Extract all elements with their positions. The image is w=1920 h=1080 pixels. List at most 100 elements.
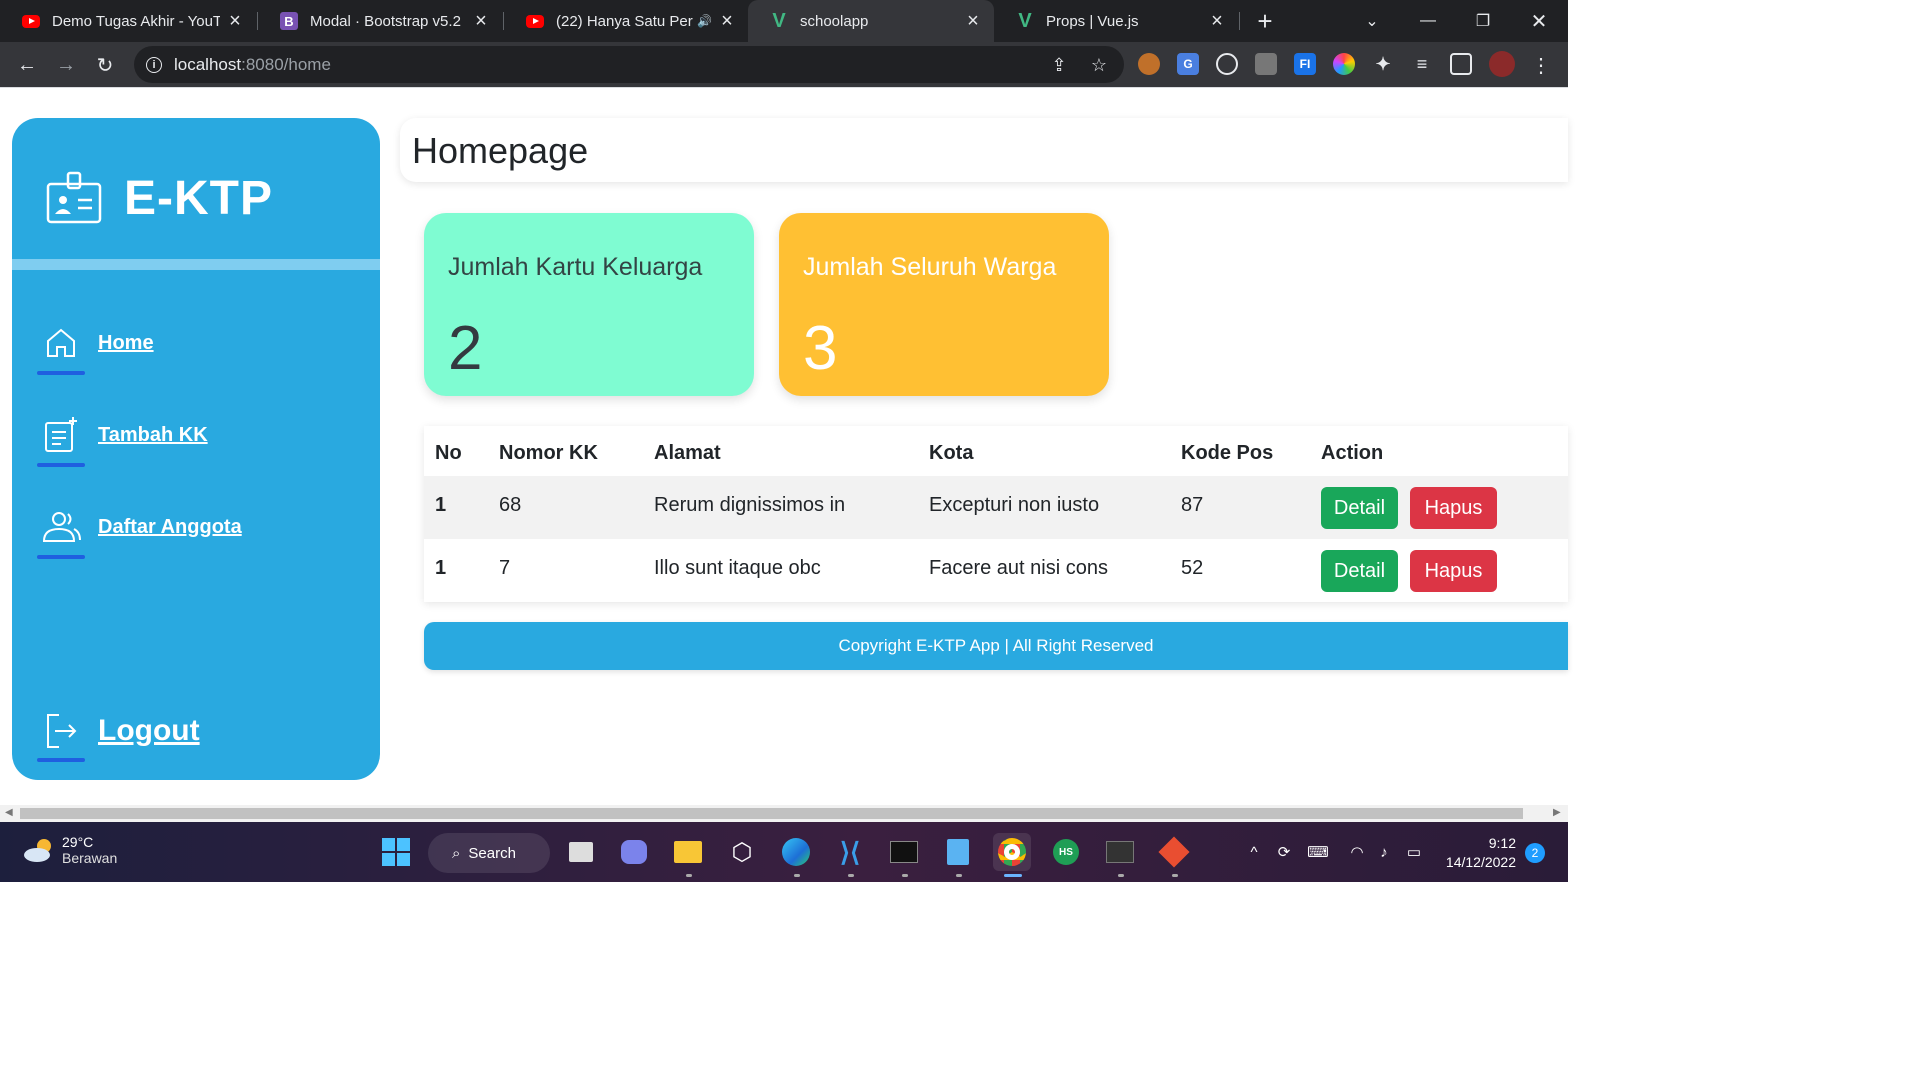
url-path: :8080/home (241, 54, 331, 74)
browser-tab-demo-tugas-akhir[interactable]: Demo Tugas Akhir - YouTube × (0, 0, 256, 42)
hs-app-icon[interactable]: HS (1047, 833, 1085, 871)
cookie-extension-icon[interactable] (1138, 53, 1160, 75)
forward-icon[interactable]: → (51, 50, 81, 80)
task-view-icon[interactable] (562, 833, 600, 871)
brand: E-KTP (46, 170, 273, 226)
close-tab-icon[interactable]: × (226, 10, 244, 33)
site-info-icon[interactable]: i (146, 56, 162, 73)
search-icon: ⌕ (452, 844, 461, 862)
close-tab-icon[interactable]: × (718, 10, 736, 33)
browser-tab-props-vue[interactable]: V Props | Vue.js × (994, 0, 1238, 42)
volume-icon[interactable]: ♪ (1374, 842, 1394, 862)
taskbar: 29°C Berawan ⬡ ⟩⟨ HS (0, 822, 1568, 882)
scroll-left-icon[interactable]: ◀ (5, 807, 13, 818)
table-row: 1 68 Rerum dignissimos in Excepturi non … (424, 476, 1568, 539)
close-window-button[interactable]: ✕ (1519, 0, 1559, 42)
address-bar[interactable]: i localhost:8080/home ⇪ ☆ (134, 46, 1124, 83)
hapus-button[interactable]: Hapus (1410, 487, 1497, 529)
logout-link[interactable]: Logout (40, 710, 200, 752)
browser-tab-bootstrap-modal[interactable]: B Modal · Bootstrap v5.2 × (258, 0, 502, 42)
back-icon[interactable]: ← (12, 50, 42, 80)
stat-value: 3 (803, 314, 838, 383)
sidebar-item-label: Daftar Anggota (98, 515, 242, 538)
taskbar-search[interactable]: ⌕ Search (428, 833, 550, 873)
column-header-alamat: Alamat (654, 442, 721, 464)
browser-tab-hanya-satu[interactable]: (22) Hanya Satu Persinggahan 🔊 × (504, 0, 748, 42)
detail-button[interactable]: Detail (1321, 487, 1398, 529)
scrollbar-thumb[interactable] (20, 808, 1523, 819)
nav-underline (37, 463, 85, 467)
cloud-sun-icon (24, 839, 51, 862)
keyboard-icon[interactable]: ⌨ (1307, 842, 1329, 862)
tray-chevron-icon[interactable]: ^ (1244, 842, 1264, 862)
users-icon (40, 506, 82, 548)
horizontal-scrollbar[interactable]: ◀ ▶ (0, 805, 1568, 822)
close-tab-icon[interactable]: × (1208, 10, 1226, 33)
extensions-puzzle-icon[interactable]: ✦ (1372, 53, 1394, 75)
hapus-button[interactable]: Hapus (1410, 550, 1497, 592)
terminal-icon[interactable] (885, 833, 923, 871)
audio-playing-icon[interactable]: 🔊 (697, 14, 712, 28)
close-tab-icon[interactable]: × (472, 10, 490, 33)
fi-extension-icon[interactable]: FI (1294, 53, 1316, 75)
bookmark-star-icon[interactable]: ☆ (1088, 54, 1110, 76)
sidebar-item-tambah-kk[interactable]: Tambah KK (40, 414, 208, 456)
logout-label: Logout (98, 714, 200, 747)
teams-chat-icon[interactable] (615, 833, 653, 871)
new-tab-button[interactable]: + (1254, 6, 1276, 36)
footer: Copyright E-KTP App | All Right Reserved (424, 622, 1568, 670)
nav-underline (37, 758, 85, 762)
cell-no: 1 (435, 557, 447, 579)
git-bash-icon[interactable] (1101, 833, 1139, 871)
system-clock[interactable]: 9:12 14/12/2022 (1440, 834, 1516, 872)
restore-button[interactable]: ❐ (1463, 0, 1503, 42)
browser-menu-icon[interactable]: ⋮ (1526, 50, 1556, 80)
stat-card-kartu-keluarga: Jumlah Kartu Keluarga 2 (424, 213, 754, 396)
share-icon[interactable]: ⇪ (1048, 54, 1070, 76)
table-row: 1 7 Illo sunt itaque obc Facere aut nisi… (424, 539, 1568, 602)
tab-search-icon[interactable]: ⌄ (1352, 0, 1392, 42)
media-control-icon[interactable]: ≡ (1411, 53, 1433, 75)
youtube-icon (22, 12, 40, 30)
scroll-right-icon[interactable]: ▶ (1553, 807, 1561, 818)
weather-widget[interactable]: 29°C Berawan (22, 834, 117, 866)
start-icon[interactable] (377, 833, 415, 871)
chrome-icon[interactable] (993, 833, 1031, 871)
notepad-icon[interactable] (939, 833, 977, 871)
sidebar-item-daftar-anggota[interactable]: Daftar Anggota (40, 506, 242, 548)
minimize-button[interactable]: — (1408, 0, 1448, 42)
stat-value: 2 (448, 314, 483, 383)
cell-kota: Excepturi non iusto (929, 494, 1100, 516)
side-panel-icon[interactable] (1450, 53, 1472, 75)
reload-icon[interactable]: ↻ (90, 50, 120, 80)
sidebar: E-KTP Home Tambah KK Daftar Anggota Logo… (12, 118, 380, 780)
id-card-icon (46, 171, 102, 224)
translate-extension-icon[interactable]: G (1177, 53, 1199, 75)
git-gui-icon[interactable] (1155, 833, 1193, 871)
vue-icon: V (1018, 10, 1032, 32)
notification-badge[interactable]: 2 (1525, 843, 1545, 863)
profile-avatar[interactable] (1489, 51, 1515, 77)
cell-no: 1 (435, 494, 447, 516)
browser-tab-schoolapp[interactable]: V schoolapp × (748, 0, 994, 42)
close-tab-icon[interactable]: × (964, 10, 982, 33)
sidebar-divider (12, 259, 380, 270)
vscode-icon[interactable]: ⟩⟨ (831, 833, 869, 871)
color-picker-extension-icon[interactable] (1333, 53, 1355, 75)
reader-extension-icon[interactable] (1216, 53, 1238, 75)
sidebar-item-home[interactable]: Home (40, 322, 154, 364)
file-explorer-icon[interactable] (669, 833, 707, 871)
weather-condition: Berawan (62, 850, 118, 866)
detail-button[interactable]: Detail (1321, 550, 1398, 592)
cursor-extension-icon[interactable] (1255, 53, 1277, 75)
sidebar-item-label: Home (98, 331, 154, 354)
cube-app-icon[interactable]: ⬡ (723, 833, 761, 871)
sync-icon[interactable]: ⟳ (1274, 842, 1294, 862)
cell-nomor-kk: 7 (499, 557, 511, 579)
battery-icon[interactable]: ▭ (1404, 842, 1424, 862)
temperature: 29°C (62, 834, 94, 850)
brand-name: E-KTP (124, 171, 273, 225)
edge-icon[interactable] (777, 833, 815, 871)
wifi-icon[interactable]: ◠ (1347, 842, 1367, 862)
tab-title: Modal · Bootstrap v5.2 (310, 12, 461, 30)
